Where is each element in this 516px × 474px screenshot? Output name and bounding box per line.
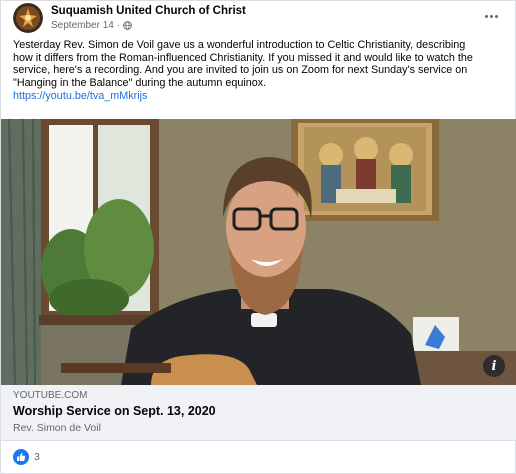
like-icon bbox=[13, 449, 29, 465]
page-avatar[interactable] bbox=[13, 3, 43, 33]
info-icon[interactable]: i bbox=[483, 355, 505, 377]
post-text-line: service, here's a recording. And you are… bbox=[13, 64, 468, 77]
globe-icon bbox=[123, 21, 132, 30]
page-name-link[interactable]: Suquamish United Church of Christ bbox=[51, 5, 246, 17]
meta-separator: · bbox=[116, 20, 121, 31]
post-text-line: Yesterday Rev. Simon de Voil gave us a w… bbox=[13, 39, 466, 51]
reactions-summary[interactable]: 3 bbox=[13, 448, 40, 466]
link-preview[interactable]: YOUTUBE.COM Worship Service on Sept. 13,… bbox=[1, 385, 516, 441]
reaction-count[interactable]: 3 bbox=[34, 451, 40, 463]
post-card: Suquamish United Church of Christ Septem… bbox=[0, 0, 516, 474]
youtube-link[interactable]: https://youtu.be/tva_mMkrijs bbox=[13, 90, 147, 103]
post-text-line: how it differs from the Roman-influenced… bbox=[13, 51, 473, 64]
post-text-line: "Hanging in the Balance" during the autu… bbox=[13, 77, 267, 90]
link-subtitle: Rev. Simon de Voil bbox=[13, 422, 101, 434]
more-options-icon[interactable] bbox=[479, 7, 503, 25]
post-meta: September 14 · bbox=[51, 20, 132, 31]
post-date[interactable]: September 14 bbox=[51, 20, 114, 31]
link-title[interactable]: Worship Service on Sept. 13, 2020 bbox=[13, 404, 216, 418]
post-header: Suquamish United Church of Christ Septem… bbox=[13, 3, 503, 37]
post-message: Yesterday Rev. Simon de Voil gave us a w… bbox=[13, 39, 505, 103]
link-domain: YOUTUBE.COM bbox=[13, 390, 88, 401]
video-thumbnail[interactable]: i bbox=[1, 119, 516, 385]
